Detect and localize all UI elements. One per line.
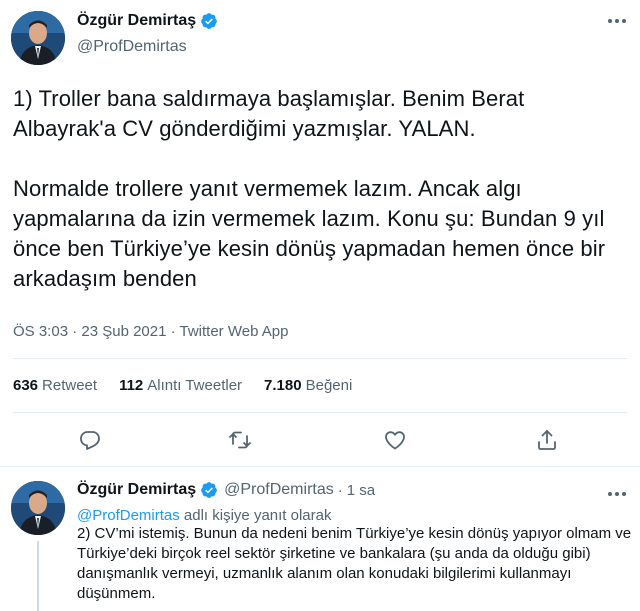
separator-dot: · [337,481,343,499]
retweet-count[interactable]: 636 Retweet [13,377,97,394]
retweet-icon[interactable] [228,428,252,452]
like-count[interactable]: 7.180 Beğeni [264,377,352,394]
stat-number: 112 [119,377,144,394]
stat-label: Retweet [42,377,98,394]
main-tweet: Özgür Demirtaş @ProfDemirtas 1) Troller … [0,0,640,466]
tweet-timestamp[interactable]: ÖS 3:03 · 23 Şub 2021 · Twitter Web App [13,323,288,340]
stat-number: 7.180 [264,377,302,394]
reply-context: @ProfDemirtas adlı kişiye yanıt olarak [77,507,332,524]
tweet-time[interactable]: 1 sa [347,482,375,499]
stat-number: 636 [13,377,39,394]
more-options-icon[interactable] [606,14,628,28]
divider [13,358,627,359]
verified-badge-icon [200,481,218,499]
action-bar [0,428,640,452]
thread-line [37,541,39,611]
verified-badge-icon [200,12,218,30]
handle[interactable]: @ProfDemirtas [224,481,334,499]
stat-label: Beğeni [305,377,353,394]
share-icon[interactable] [535,428,559,452]
tweet-text: 1) Troller bana saldırmaya başlamışlar. … [13,86,606,291]
stat-label: Alıntı Tweetler [147,377,243,394]
display-name[interactable]: Özgür Demirtaş [77,481,196,499]
display-name[interactable]: Özgür Demirtaş [77,12,196,30]
reply-context-label: adlı kişiye yanıt olarak [179,507,332,524]
tweet-stats: 636 Retweet 112 Alıntı Tweetler 7.180 Beğen… [13,377,374,394]
handle[interactable]: @ProfDemirtas [77,38,187,56]
avatar[interactable] [11,11,65,65]
reply-tweet[interactable]: Özgür Demirtaş @ProfDemirtas · 1 sa @Pro… [0,467,640,611]
avatar[interactable] [11,481,65,535]
reply-tweet-text: 2) CV’mi istemiş. Bunun da nedeni benim … [77,525,632,602]
more-options-icon[interactable] [606,487,628,501]
quote-tweet-count[interactable]: 112 Alıntı Tweetler [119,377,242,394]
divider [13,412,627,413]
reply-mention-link[interactable]: @ProfDemirtas [77,507,180,524]
reply-icon[interactable] [78,428,102,452]
heart-icon[interactable] [383,428,407,452]
